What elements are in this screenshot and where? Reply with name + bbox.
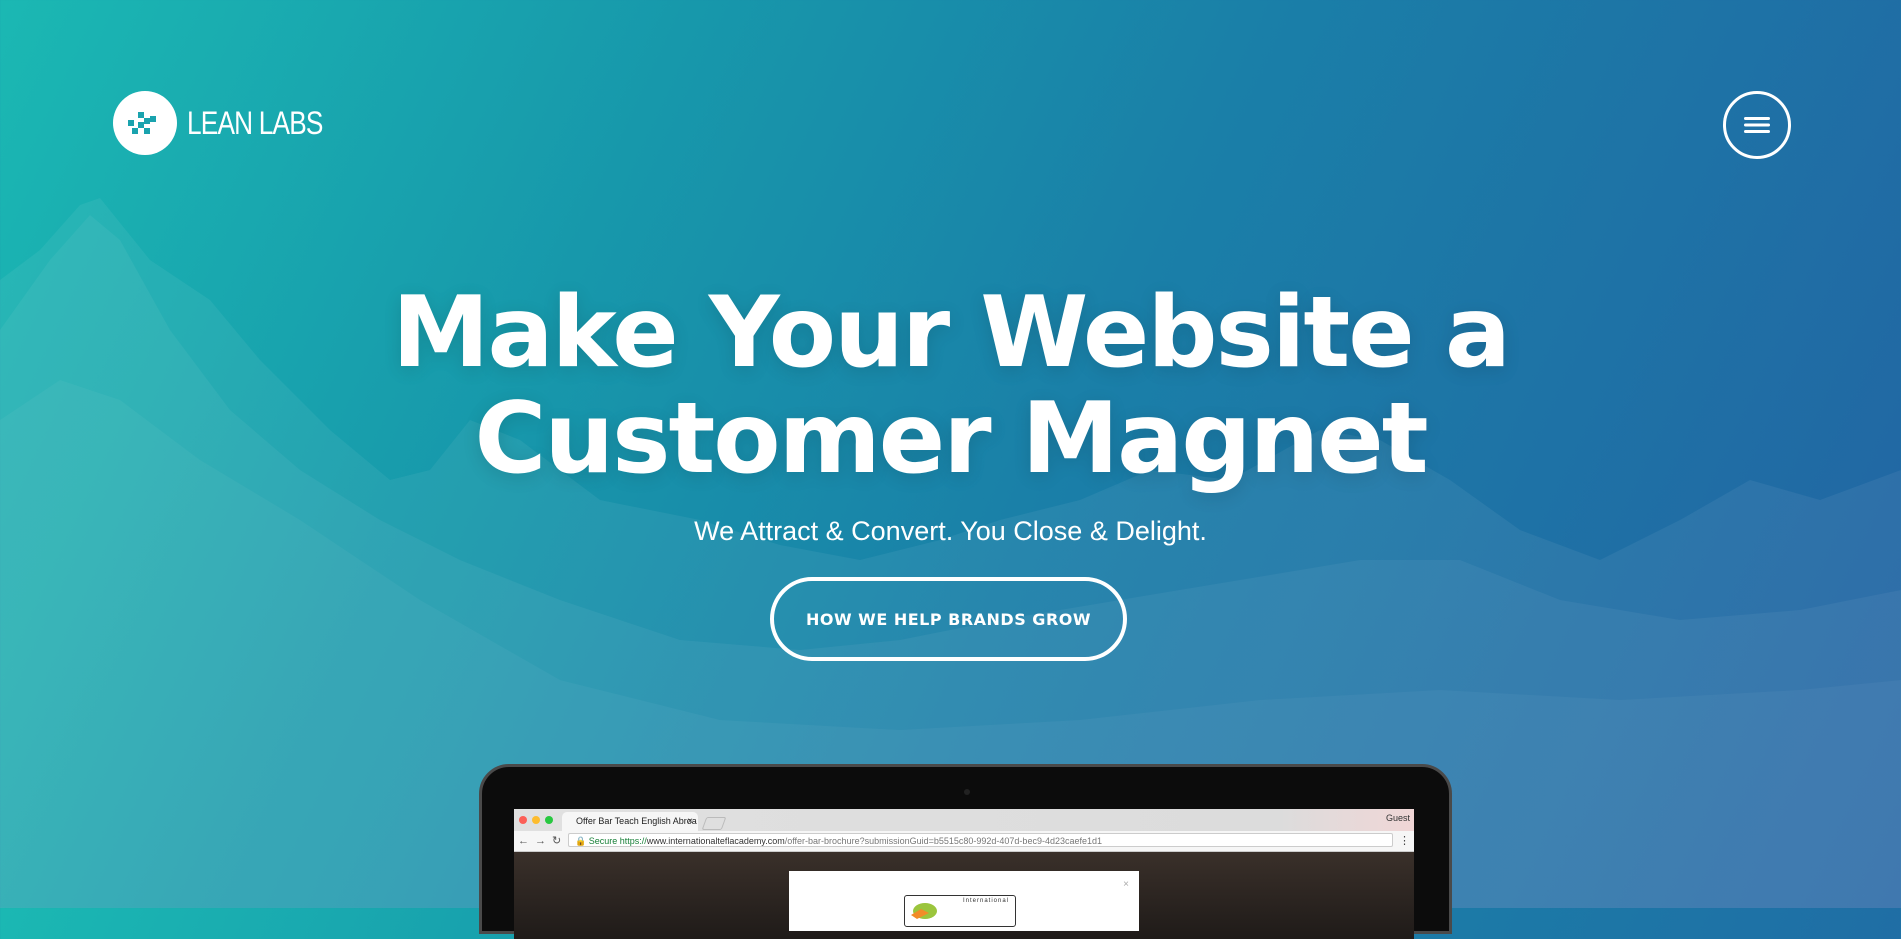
url-scheme: https:// bbox=[619, 836, 647, 846]
cta-button[interactable]: HOW WE HELP BRANDS GROW bbox=[770, 577, 1127, 661]
browser-tabbar: Offer Bar Teach English Abroa × Guest bbox=[514, 809, 1414, 831]
window-zoom-dot bbox=[545, 816, 553, 824]
secure-label: Secure bbox=[588, 836, 618, 846]
tab-close-icon: × bbox=[687, 816, 693, 827]
browser-menu-icon: ⋮ bbox=[1399, 835, 1410, 847]
hero-subtitle: We Attract & Convert. You Close & Deligh… bbox=[694, 516, 1207, 546]
window-close-dot bbox=[519, 816, 527, 824]
browser-addressbar: ←→↻ 🔒 Secure https://www.internationalte… bbox=[514, 831, 1414, 852]
hero-title-line-1: Make Your Website a bbox=[392, 276, 1511, 390]
menu-button[interactable] bbox=[1723, 91, 1791, 159]
browser-nav-icons: ←→↻ bbox=[518, 835, 568, 847]
profile-label: Guest bbox=[1385, 813, 1410, 823]
lock-icon: 🔒 bbox=[575, 836, 587, 846]
brand-logo[interactable]: LEAN LABS bbox=[113, 91, 352, 155]
url-path: /offer-bar-brochure?submissionGuid=b5515… bbox=[784, 836, 1103, 846]
url-host: www.internationalteflacademy.com bbox=[646, 836, 785, 846]
browser-tab: Offer Bar Teach English Abroa × bbox=[562, 812, 698, 831]
checker-logo-icon bbox=[113, 91, 177, 155]
laptop-mockup: Offer Bar Teach English Abroa × Guest ←→… bbox=[479, 764, 1452, 939]
hero-section: Make Your Website a Customer Magnet bbox=[0, 280, 1901, 492]
brand-name: LEAN LABS bbox=[187, 104, 323, 141]
page-modal: × International bbox=[789, 871, 1139, 931]
laptop-camera bbox=[964, 789, 970, 795]
modal-close-icon: × bbox=[1123, 879, 1129, 890]
hero-title: Make Your Website a Customer Magnet bbox=[0, 280, 1901, 492]
laptop-screen: Offer Bar Teach English Abroa × Guest ←→… bbox=[514, 809, 1414, 939]
modal-logo-text: International bbox=[963, 898, 1010, 904]
globe-icon bbox=[911, 903, 937, 919]
new-tab-icon bbox=[701, 817, 727, 830]
hamburger-menu-icon bbox=[1744, 117, 1770, 133]
browser-tab-title: Offer Bar Teach English Abroa bbox=[576, 816, 697, 826]
hero-title-line-2: Customer Magnet bbox=[474, 382, 1428, 496]
window-minimize-dot bbox=[532, 816, 540, 824]
browser-url: 🔒 Secure https://www.internationalteflac… bbox=[568, 833, 1393, 847]
modal-logo: International bbox=[904, 895, 1016, 927]
